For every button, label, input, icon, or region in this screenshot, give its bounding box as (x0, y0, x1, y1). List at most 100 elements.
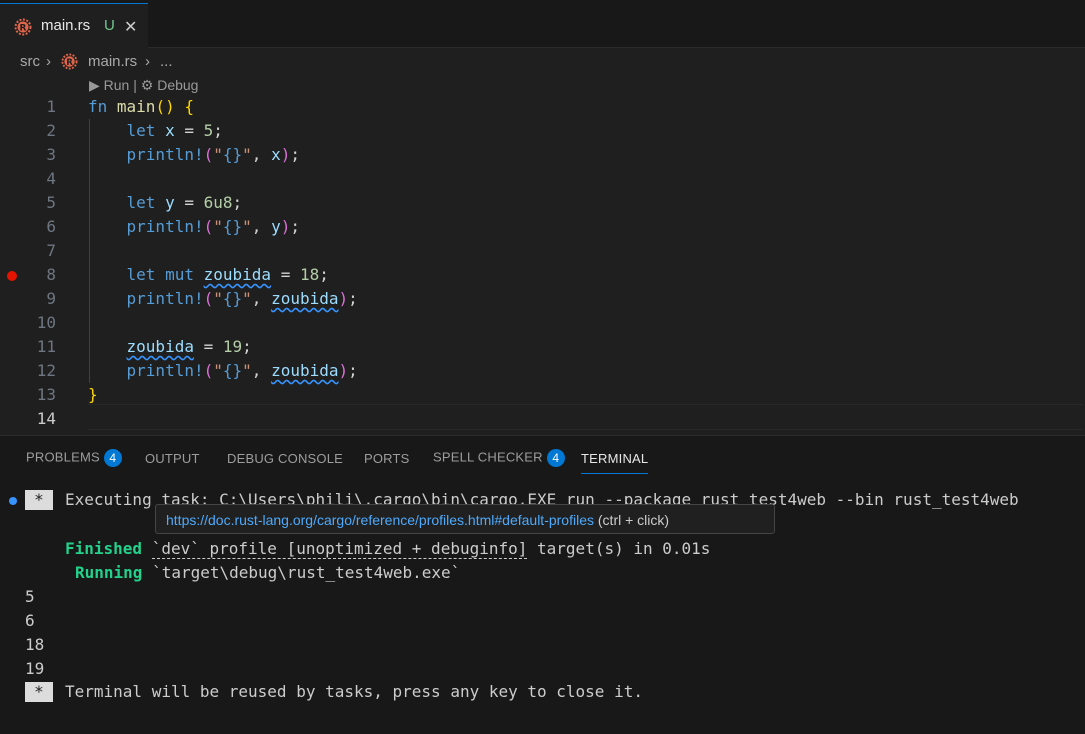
code-line: 9 println!("{}", zoubida); (0, 287, 1085, 311)
finished-label: Finished (65, 539, 143, 558)
variable: x (165, 121, 175, 140)
keyword: fn (88, 97, 108, 116)
comma: , (251, 361, 262, 380)
format-spec: {} (222, 361, 243, 380)
variable-spelling-warning: zoubida (271, 361, 339, 380)
line-number: 7 (46, 241, 56, 260)
comma: , (251, 217, 262, 236)
tab-label: main.rs (41, 17, 91, 34)
code-editor[interactable]: 1 fn main () { 2 let x = 5; 3 println!("{… (0, 95, 1085, 435)
terminal-output-line: 18 (25, 635, 45, 654)
paren: ( (203, 361, 214, 380)
string-quote: " (213, 361, 223, 380)
paren: ) (280, 145, 291, 164)
code-line: 14 (0, 407, 1085, 431)
code-line: 3 println!("{}", x); (0, 143, 1085, 167)
string-quote: " (213, 145, 223, 164)
breadcrumb-file[interactable]: main.rs (88, 53, 137, 70)
tab-debug-console[interactable]: DEBUG CONSOLE (227, 451, 343, 466)
code-line: 4 (0, 167, 1085, 191)
code-line: 10 (0, 311, 1085, 335)
line-number: 13 (36, 385, 56, 404)
tab-label: SPELL CHECKER (433, 449, 543, 465)
operator: = (184, 121, 194, 140)
line-number: 2 (46, 121, 56, 140)
number: 6u8 (203, 193, 233, 212)
tab-output[interactable]: OUTPUT (145, 451, 200, 466)
breadcrumb-symbols[interactable]: ... (160, 53, 173, 70)
tab-problems[interactable]: PROBLEMS 4 (26, 449, 122, 467)
code-lens: ▶ Run | ⚙ Debug (89, 77, 198, 94)
terminal-output-line: 5 (25, 587, 35, 606)
tab-ports[interactable]: PORTS (364, 451, 410, 466)
bottom-panel: PROBLEMS 4 OUTPUT DEBUG CONSOLE PORTS SPE… (0, 435, 1085, 734)
semicolon: ; (319, 265, 329, 284)
number: 18 (299, 265, 320, 284)
semicolon: ; (242, 337, 252, 356)
string-quote: " (213, 217, 223, 236)
tab-terminal[interactable]: TERMINAL (581, 451, 649, 474)
ctrl-click-hint: (ctrl + click) (597, 512, 670, 528)
paren: ) (338, 361, 349, 380)
function-name: main (116, 97, 156, 116)
variable: x (271, 145, 281, 164)
line-number: 5 (46, 193, 56, 212)
paren: ) (280, 217, 291, 236)
running-rest: `target\debug\rust_test4web.exe` (142, 563, 461, 582)
debug-codelens[interactable]: ⚙ Debug (141, 77, 199, 93)
code-line: 7 (0, 239, 1085, 263)
task-star-icon: * (25, 490, 53, 510)
line-number: 10 (36, 313, 56, 332)
terminal-running-line: Running `target\debug\rust_test4web.exe` (75, 563, 460, 582)
link-hover-tooltip: https://doc.rust-lang.org/cargo/referenc… (155, 504, 775, 534)
format-spec: {} (222, 145, 243, 164)
string-quote: " (213, 289, 223, 308)
comma: , (251, 145, 262, 164)
panel-tab-bar: PROBLEMS 4 OUTPUT DEBUG CONSOLE PORTS SPE… (0, 436, 1085, 476)
line-number: 1 (46, 97, 56, 116)
macro: println! (126, 289, 204, 308)
profile-docs-link[interactable]: https://doc.rust-lang.org/cargo/referenc… (166, 512, 594, 528)
tab-main-rs[interactable]: R main.rs U ✕ (0, 3, 148, 48)
operator: = (184, 193, 194, 212)
variable: y (165, 193, 175, 212)
code-line: 13 } (0, 383, 1085, 407)
semicolon: ; (213, 121, 223, 140)
string-quote: " (242, 289, 252, 308)
paren: ( (203, 145, 214, 164)
run-codelens[interactable]: ▶ Run (89, 77, 129, 93)
close-text: Terminal will be reused by tasks, press … (65, 682, 643, 701)
semicolon: ; (290, 217, 300, 236)
editor-tab-bar: R main.rs U ✕ (0, 0, 1085, 48)
tab-label: PROBLEMS (26, 449, 100, 465)
variable: y (271, 217, 281, 236)
profile-link[interactable]: `dev` profile [unoptimized + debuginfo] (151, 539, 528, 559)
paren: ( (203, 217, 214, 236)
chevron-right-icon: › (46, 53, 51, 70)
code-line: 12 println!("{}", zoubida); (0, 359, 1085, 383)
problems-count-badge: 4 (103, 449, 122, 467)
close-icon[interactable]: ✕ (124, 17, 137, 37)
semicolon: ; (232, 193, 243, 212)
code-line: 5 let y = 6u8; (0, 191, 1085, 215)
terminal-finished-line: Finished `dev` profile [unoptimized + de… (65, 539, 711, 559)
brace: { (184, 97, 194, 116)
keyword: let (126, 265, 156, 284)
finished-rest: target(s) in 0.01s (527, 539, 711, 558)
rust-icon: R (61, 53, 78, 70)
tab-spell-checker[interactable]: SPELL CHECKER 4 (433, 449, 565, 467)
spell-checker-count-badge: 4 (546, 449, 565, 467)
command-decoration-icon[interactable] (9, 497, 17, 505)
line-number: 12 (36, 361, 56, 380)
line-number: 8 (46, 265, 56, 284)
variable-spelling-warning: zoubida (203, 265, 272, 284)
variable-spelling-warning: zoubida (126, 337, 194, 356)
format-spec: {} (222, 289, 243, 308)
breadcrumb-folder[interactable]: src (20, 53, 40, 70)
macro: println! (126, 145, 204, 164)
keyword: let (126, 121, 156, 140)
line-number: 4 (46, 169, 56, 188)
terminal-close-line: * Terminal will be reused by tasks, press… (25, 682, 643, 702)
svg-text:R: R (66, 58, 73, 68)
string-quote: " (242, 217, 252, 236)
